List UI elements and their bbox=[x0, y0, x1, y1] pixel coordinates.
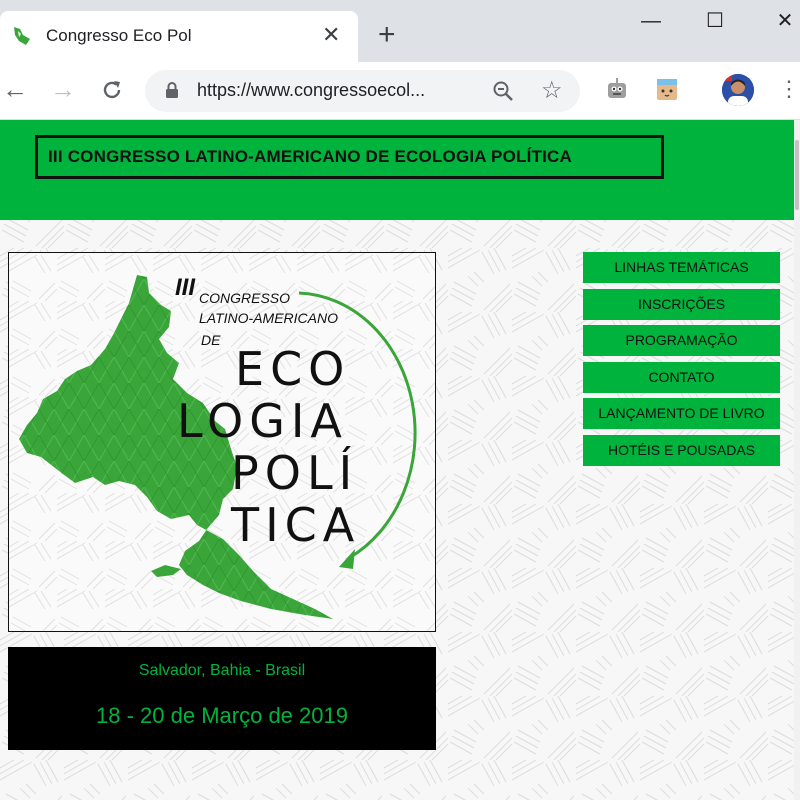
congress-poster: III CONGRESSO LATINO-AMERICANO DE ECO LO… bbox=[8, 252, 436, 632]
poster-line-congresso: CONGRESSO bbox=[199, 290, 290, 306]
site-title-box: III CONGRESSO LATINO-AMERICANO DE ECOLOG… bbox=[35, 135, 664, 179]
page-scrollbar[interactable] bbox=[794, 120, 800, 800]
lock-icon bbox=[166, 82, 178, 98]
menu-item-contato[interactable]: CONTATO bbox=[583, 361, 780, 393]
site-favicon-icon bbox=[14, 27, 30, 45]
poster-line-latino: LATINO-AMERICANO bbox=[199, 310, 338, 326]
browser-tab[interactable]: Congresso Eco Pol ✕ bbox=[0, 11, 358, 62]
profile-avatar[interactable] bbox=[722, 74, 754, 106]
scrollbar-thumb[interactable] bbox=[795, 140, 799, 210]
profile-photo-icon bbox=[722, 74, 754, 106]
menu-item-programacao[interactable]: PROGRAMAÇÃO bbox=[583, 325, 780, 356]
poster-word-tica: TICA bbox=[230, 498, 360, 552]
event-location: Salvador, Bahia - Brasil bbox=[138, 662, 306, 679]
site-title: III CONGRESSO LATINO-AMERICANO DE ECOLOG… bbox=[48, 147, 572, 166]
menu-item-lancamento-de-livro[interactable]: LANÇAMENTO DE LIVRO bbox=[583, 398, 780, 429]
address-bar[interactable]: https://www.congressoecol... ☆ bbox=[145, 70, 580, 112]
tab-bar: Congresso Eco Pol ✕ + — ☐ ✕ bbox=[0, 0, 800, 62]
robot-extension-icon[interactable] bbox=[604, 76, 630, 102]
maximize-button[interactable]: ☐ bbox=[700, 8, 730, 38]
browser-menu-icon[interactable]: ⋮ bbox=[778, 76, 800, 102]
minimize-button[interactable]: — bbox=[636, 8, 666, 38]
event-info-box: Salvador, Bahia - Brasil 18 - 20 de Març… bbox=[8, 647, 436, 750]
tab-title: Congresso Eco Pol bbox=[46, 26, 192, 45]
close-tab-icon[interactable]: ✕ bbox=[322, 23, 340, 47]
main-menu: LINHAS TEMÁTICAS INSCRIÇÕES PROGRAMAÇÃO … bbox=[583, 252, 780, 471]
url-text[interactable]: https://www.congressoecol... bbox=[197, 80, 425, 101]
menu-item-inscricoes[interactable]: INSCRIÇÕES bbox=[583, 288, 780, 320]
poster-word-logia: LOGIA bbox=[177, 394, 348, 448]
back-arrow-icon[interactable]: ← bbox=[2, 74, 28, 104]
poster-artwork: III CONGRESSO LATINO-AMERICANO DE ECO LO… bbox=[9, 253, 435, 631]
new-tab-button[interactable]: + bbox=[378, 20, 396, 50]
poster-word-poli: POLÍ bbox=[231, 446, 358, 500]
zoom-out-icon[interactable] bbox=[491, 79, 515, 103]
bookmark-star-icon[interactable]: ☆ bbox=[541, 76, 563, 106]
close-window-button[interactable]: ✕ bbox=[770, 8, 800, 38]
web-page: III CONGRESSO LATINO-AMERICANO DE ECOLOG… bbox=[0, 120, 800, 800]
reload-icon[interactable] bbox=[100, 78, 124, 102]
box-extension-icon[interactable] bbox=[654, 76, 680, 102]
poster-word-eco: ECO bbox=[235, 342, 350, 396]
event-dates: 18 - 20 de Março de 2019 bbox=[96, 703, 348, 728]
poster-line-de: DE bbox=[201, 332, 221, 348]
menu-item-hoteis-e-pousadas[interactable]: HOTÉIS E POUSADAS bbox=[583, 434, 780, 466]
poster-roman-numeral: III bbox=[175, 274, 196, 301]
header-banner: III CONGRESSO LATINO-AMERICANO DE ECOLOG… bbox=[0, 120, 794, 220]
forward-arrow-icon[interactable]: → bbox=[50, 74, 76, 104]
browser-toolbar: ← → https://www.congressoecol... ☆ ⋮ bbox=[0, 62, 800, 120]
menu-item-linhas-tematicas[interactable]: LINHAS TEMÁTICAS bbox=[583, 252, 780, 283]
